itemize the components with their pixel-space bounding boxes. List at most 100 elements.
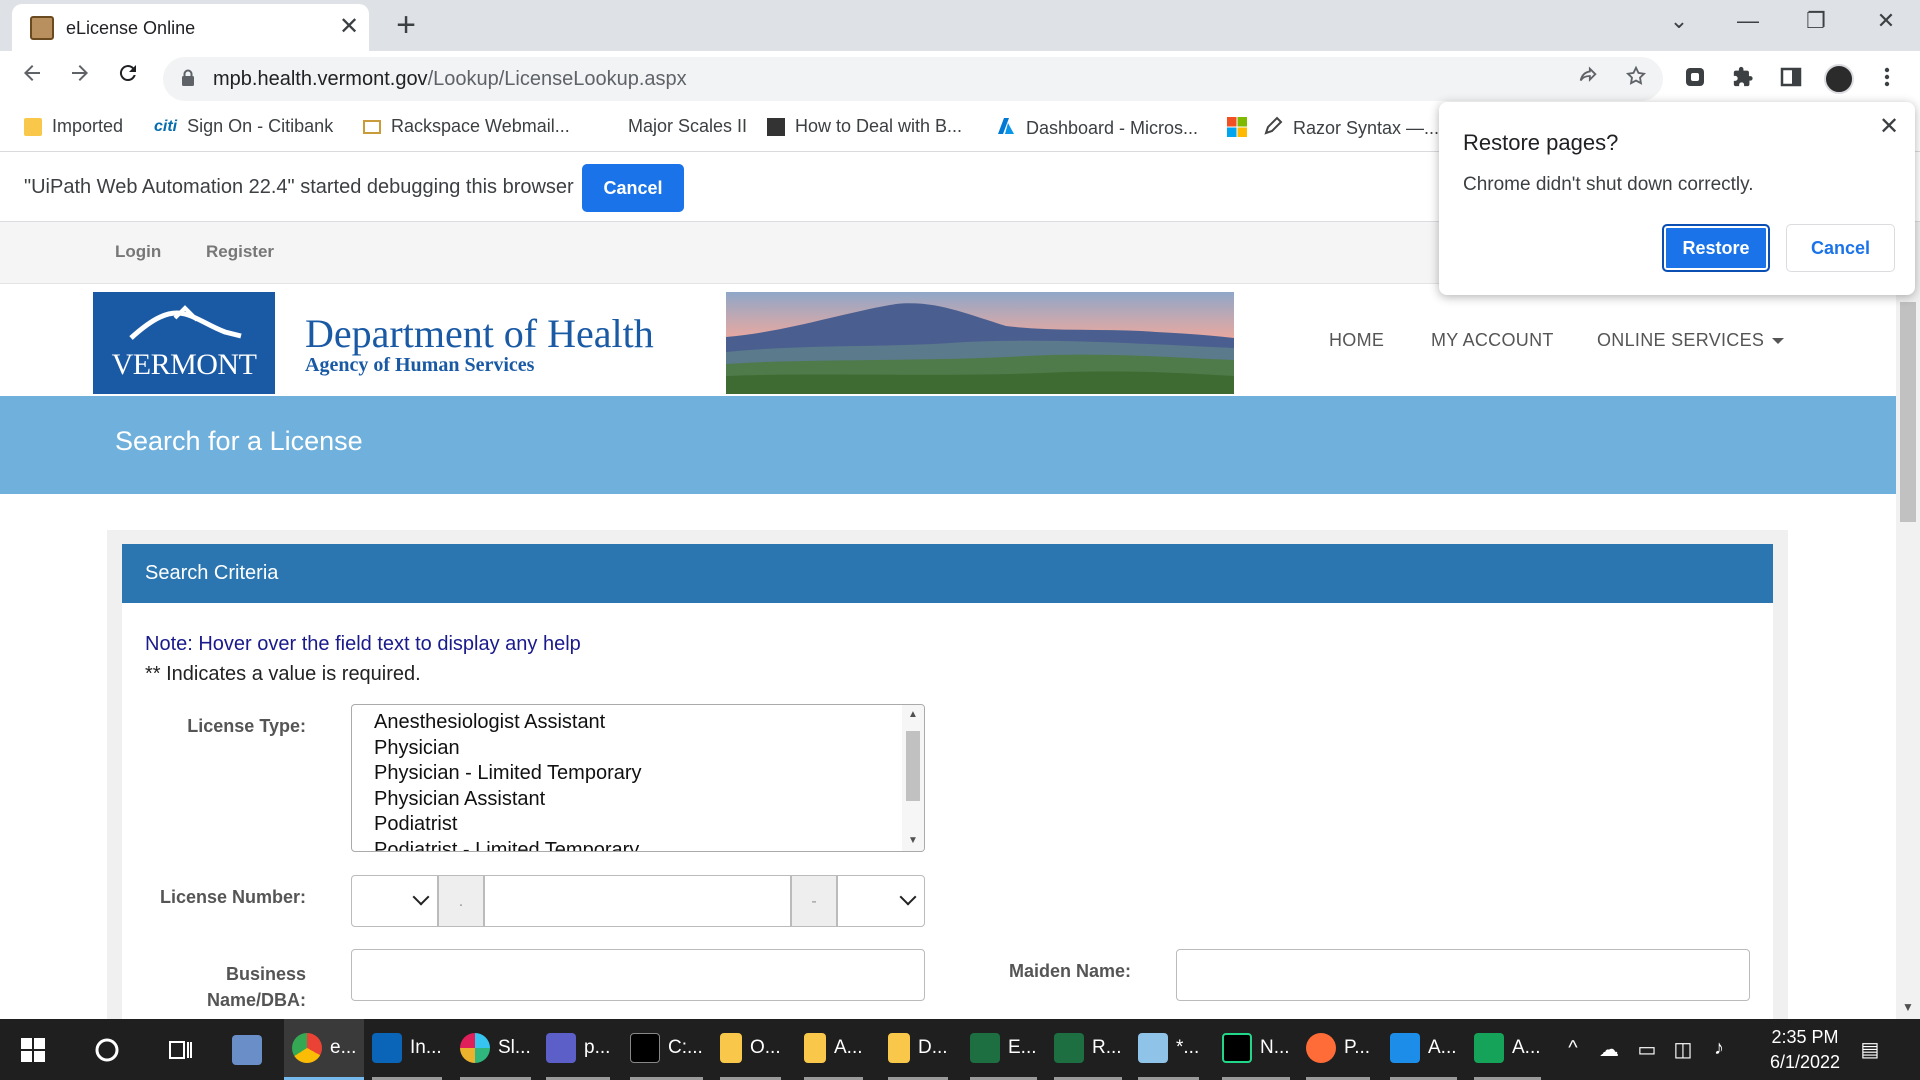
close-tab-icon[interactable]: ✕: [334, 12, 364, 41]
mail-icon: [363, 119, 381, 134]
bookmark-star-icon[interactable]: [1621, 65, 1651, 94]
scroll-up-icon[interactable]: ▲: [908, 709, 918, 720]
teams-icon: [546, 1033, 576, 1063]
folder-icon: [804, 1033, 826, 1063]
extensions-puzzle-icon[interactable]: [1728, 66, 1758, 94]
taskbar-terminal[interactable]: C:...: [630, 1019, 703, 1080]
tab-title: eLicense Online: [66, 18, 196, 38]
uipath-extension-icon[interactable]: [1680, 66, 1710, 94]
taskbar-laptop-app[interactable]: [232, 1019, 262, 1080]
license-type-listbox[interactable]: Anesthesiologist Assistant Physician Phy…: [351, 704, 925, 852]
scroll-down-icon[interactable]: ▼: [1902, 1000, 1914, 1014]
bookmark-citibank[interactable]: citi Sign On - Citibank: [154, 116, 333, 137]
browser-tab-strip: eLicense Online ✕ + ⌄ — ❐ ✕: [0, 0, 1920, 51]
bookmark-imported[interactable]: Imported: [24, 116, 123, 137]
bookmark-how-to-deal[interactable]: How to Deal with B...: [767, 116, 962, 137]
bookmark-dashboard[interactable]: Dashboard - Micros...: [996, 116, 1198, 141]
cancel-button[interactable]: Cancel: [1786, 224, 1895, 272]
login-link[interactable]: Login: [115, 242, 161, 262]
taskbar-excel-r[interactable]: R...: [1054, 1019, 1122, 1080]
list-item[interactable]: Physician: [374, 737, 460, 760]
bookmark-razor-syntax[interactable]: Razor Syntax —...: [1263, 116, 1439, 141]
minimize-icon[interactable]: —: [1728, 8, 1768, 34]
license-suffix-select[interactable]: [837, 875, 925, 927]
taskbar-excel-e[interactable]: E...: [970, 1019, 1037, 1080]
register-link[interactable]: Register: [206, 242, 274, 262]
list-item[interactable]: Physician - Limited Temporary: [374, 762, 642, 785]
bookmark-major-scales[interactable]: Major Scales II: [628, 116, 747, 137]
taskbar-pycharm[interactable]: N...: [1222, 1019, 1290, 1080]
license-separator-dash: -: [791, 875, 837, 927]
license-prefix-select[interactable]: [351, 875, 438, 927]
nav-my-account[interactable]: MY ACCOUNT: [1431, 330, 1554, 351]
chrome-menu-icon[interactable]: [1872, 66, 1902, 94]
uipath-studio-icon: [1390, 1033, 1420, 1063]
tab-search-icon[interactable]: ⌄: [1659, 8, 1699, 34]
taskbar-folder-a[interactable]: A...: [804, 1019, 863, 1080]
clock-date: 6/1/2022: [1769, 1052, 1841, 1072]
taskbar-slack[interactable]: Sl...: [460, 1019, 531, 1080]
list-item[interactable]: Podiatrist: [374, 813, 457, 836]
search-criteria-title: Search Criteria: [145, 562, 279, 584]
lock-icon[interactable]: [181, 69, 195, 87]
search-button[interactable]: [94, 1019, 120, 1080]
listbox-scrollbar[interactable]: ▲ ▼: [902, 705, 924, 851]
taskbar-uipath-assistant[interactable]: A...: [1474, 1019, 1541, 1080]
cortana-circle-icon: [95, 1038, 119, 1061]
side-panel-icon[interactable]: [1776, 66, 1806, 94]
taskbar-chrome[interactable]: e...: [284, 1019, 365, 1080]
list-item[interactable]: Podiatrist - Limited Temporary: [374, 839, 639, 851]
license-type-label: License Type:: [187, 716, 306, 736]
bookmark-microsoft[interactable]: [1226, 116, 1248, 143]
debug-message: "UiPath Web Automation 22.4" started deb…: [24, 176, 574, 198]
list-item[interactable]: Anesthesiologist Assistant: [374, 711, 605, 734]
scroll-down-icon[interactable]: ▼: [908, 835, 918, 846]
close-icon[interactable]: ✕: [1875, 112, 1903, 141]
taskbar-uipath-studio[interactable]: A...: [1390, 1019, 1457, 1080]
page-scrollbar[interactable]: ▲ ▼: [1896, 222, 1920, 1019]
bookmark-rackspace[interactable]: Rackspace Webmail...: [363, 116, 570, 137]
close-window-icon[interactable]: ✕: [1866, 8, 1906, 34]
reload-icon[interactable]: [110, 61, 146, 92]
tray-chevron-up-icon[interactable]: ^: [1560, 1037, 1586, 1060]
taskbar-folder-o[interactable]: O...: [720, 1019, 781, 1080]
taskbar-folder-d[interactable]: D...: [888, 1019, 948, 1080]
business-name-input[interactable]: [351, 949, 925, 1001]
maiden-name-input[interactable]: [1176, 949, 1750, 1001]
start-button[interactable]: [20, 1019, 46, 1080]
restore-window-icon[interactable]: ❐: [1796, 8, 1836, 34]
system-clock[interactable]: 2:35 PM 6/1/2022: [1750, 1025, 1860, 1075]
outlook-icon: [372, 1033, 402, 1063]
mountain-logo-icon: [129, 305, 242, 340]
chevron-down-icon: [412, 888, 430, 906]
list-item[interactable]: Physician Assistant: [374, 788, 545, 811]
notifications-icon[interactable]: ▤: [1857, 1037, 1883, 1062]
task-view-button[interactable]: [166, 1019, 194, 1080]
page-scroll-thumb[interactable]: [1900, 302, 1916, 522]
nav-home[interactable]: HOME: [1329, 330, 1384, 351]
license-number-input[interactable]: [484, 875, 791, 927]
chevron-down-icon: [899, 888, 917, 906]
onedrive-cloud-icon[interactable]: ☁: [1596, 1037, 1622, 1062]
restore-pages-dialog: Restore pages? Chrome didn't shut down c…: [1439, 102, 1915, 295]
taskbar-outlook[interactable]: In...: [372, 1019, 442, 1080]
vermont-logo[interactable]: VERMONT: [93, 292, 275, 394]
browser-tab[interactable]: eLicense Online ✕: [12, 4, 369, 51]
volume-icon[interactable]: ♪: [1706, 1037, 1732, 1060]
new-tab-icon[interactable]: +: [390, 6, 422, 44]
back-arrow-icon[interactable]: [14, 61, 50, 92]
taskbar-teams[interactable]: p...: [546, 1019, 611, 1080]
listbox-scroll-thumb[interactable]: [906, 731, 920, 801]
profile-avatar-icon[interactable]: [1824, 64, 1854, 94]
forward-arrow-icon[interactable]: [62, 61, 98, 92]
restore-button[interactable]: Restore: [1662, 224, 1770, 272]
taskbar-notepad[interactable]: *...: [1138, 1019, 1200, 1080]
network-icon[interactable]: ◫: [1670, 1037, 1696, 1062]
license-number-label: License Number:: [159, 887, 306, 907]
nav-online-services[interactable]: ONLINE SERVICES: [1597, 330, 1785, 351]
battery-icon[interactable]: ▭: [1634, 1037, 1660, 1062]
share-icon[interactable]: [1573, 65, 1603, 94]
taskbar-postman[interactable]: P...: [1306, 1019, 1371, 1080]
infobar-cancel-button[interactable]: Cancel: [582, 164, 684, 212]
address-bar[interactable]: mpb.health.vermont.gov/Lookup/LicenseLoo…: [163, 57, 1663, 101]
